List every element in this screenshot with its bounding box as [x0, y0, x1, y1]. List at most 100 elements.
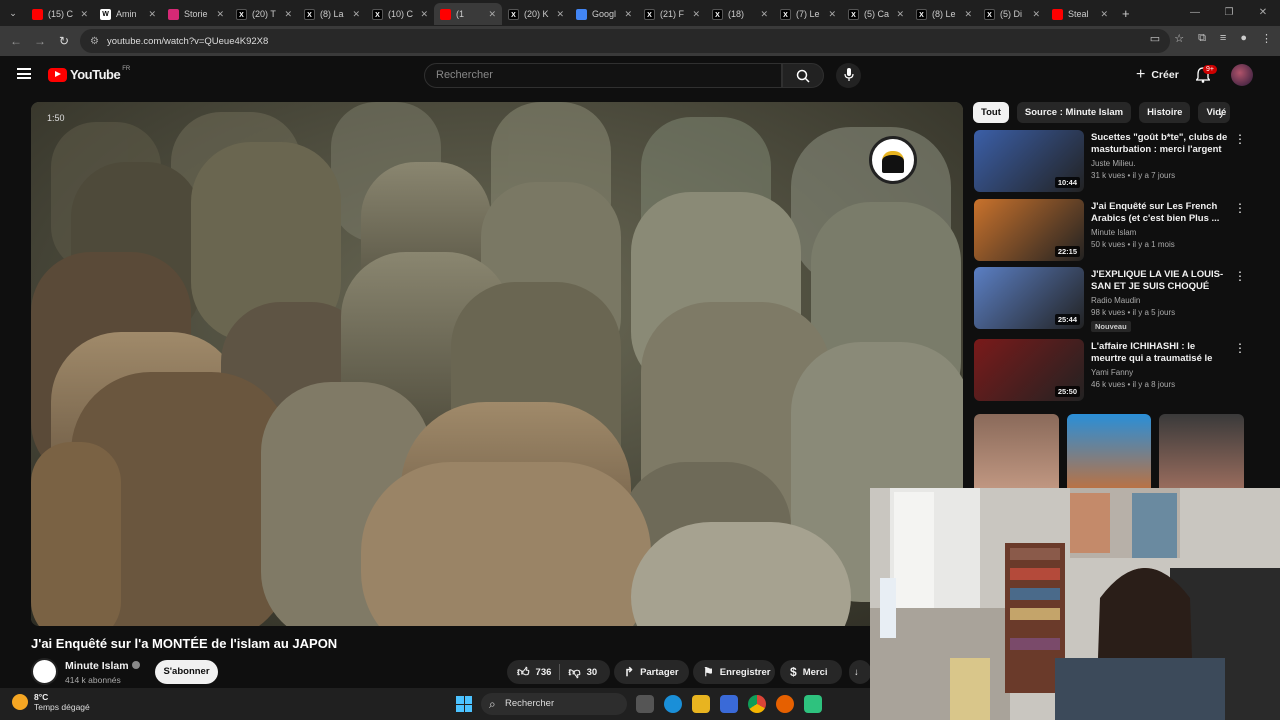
more-options-icon[interactable]: ⋮ — [1234, 132, 1246, 146]
short-thumbnail[interactable] — [1159, 414, 1245, 494]
tab-close-icon[interactable]: ✕ — [80, 9, 88, 20]
extensions-icon[interactable]: ⧉ — [1198, 32, 1206, 45]
chip-source[interactable]: Source : Minute Islam — [1016, 102, 1132, 123]
short-thumbnail[interactable] — [1066, 414, 1152, 494]
browser-menu-icon[interactable]: ⋮ — [1261, 32, 1272, 45]
forward-button[interactable]: → — [28, 34, 52, 48]
browser-tab[interactable]: (1 ✕ — [434, 3, 502, 25]
browser-tab[interactable]: X (10) C ✕ — [366, 3, 434, 25]
youtube-logo[interactable]: YouTube FR — [48, 66, 130, 82]
tab-close-icon[interactable]: ✕ — [556, 9, 564, 20]
video-title[interactable]: J'EXPLIQUE LA VIE A LOUIS-SAN ET JE SUIS… — [1091, 269, 1229, 293]
browser-tab[interactable]: X (21) F ✕ — [638, 3, 706, 25]
browser-tab[interactable]: W Amin ✕ — [94, 3, 162, 25]
store-icon[interactable] — [720, 695, 738, 713]
recommended-video[interactable]: 25:44 J'EXPLIQUE LA VIE A LOUIS-SAN ET JE… — [974, 267, 1270, 332]
close-window-button[interactable]: ✕ — [1246, 0, 1280, 26]
more-options-icon[interactable]: ⋮ — [1234, 201, 1246, 215]
tab-close-icon[interactable]: ✕ — [420, 9, 428, 20]
chrome-icon[interactable] — [748, 695, 766, 713]
channel-name[interactable]: Juste Milieu. — [1091, 159, 1135, 168]
channel-avatar[interactable] — [31, 658, 58, 685]
download-button[interactable]: ↓ — [849, 660, 871, 684]
browser-tab[interactable]: Googl ✕ — [570, 3, 638, 25]
video-thumbnail[interactable]: 25:44 — [974, 267, 1084, 329]
edge-icon[interactable] — [664, 695, 682, 713]
more-options-icon[interactable]: ⋮ — [1234, 269, 1246, 283]
tab-close-icon[interactable]: ✕ — [828, 9, 836, 20]
tab-close-icon[interactable]: ✕ — [964, 9, 972, 20]
install-app-icon[interactable]: ▭ — [1150, 32, 1160, 45]
thumbs-up-icon[interactable]: 👍︎ — [517, 665, 530, 680]
firefox-icon[interactable] — [776, 695, 794, 713]
site-info-icon[interactable]: ⚙ — [90, 36, 99, 47]
channel-name[interactable]: Radio Maudin — [1091, 296, 1140, 305]
tab-close-icon[interactable]: ✕ — [1100, 9, 1108, 20]
chip-all[interactable]: Tout — [973, 102, 1009, 123]
tab-close-icon[interactable]: ✕ — [760, 9, 768, 20]
tab-search-menu-icon[interactable]: ⌄ — [0, 0, 26, 26]
browser-tab[interactable]: X (20) K ✕ — [502, 3, 570, 25]
share-button[interactable]: ↱ Partager — [614, 660, 689, 684]
subscribe-button[interactable]: S'abonner — [155, 660, 218, 684]
tab-close-icon[interactable]: ✕ — [216, 9, 224, 20]
browser-tab[interactable]: X (5) Ca ✕ — [842, 3, 910, 25]
browser-tab[interactable]: Storie ✕ — [162, 3, 230, 25]
channel-name[interactable]: Yami Fanny — [1091, 368, 1133, 377]
weather-widget[interactable]: 8°C Temps dégagé — [12, 692, 90, 712]
tab-close-icon[interactable]: ✕ — [624, 9, 632, 20]
file-explorer-icon[interactable] — [692, 695, 710, 713]
video-title[interactable]: Sucettes "goût b*te", clubs de masturbat… — [1091, 132, 1229, 156]
tab-close-icon[interactable]: ✕ — [488, 9, 496, 20]
browser-tab[interactable]: Steal ✕ — [1046, 3, 1114, 25]
reload-button[interactable]: ↻ — [52, 34, 76, 48]
browser-tab[interactable]: X (8) La ✕ — [298, 3, 366, 25]
app-icon[interactable] — [804, 695, 822, 713]
channel-name[interactable]: Minute Islam — [65, 660, 140, 672]
browser-tab[interactable]: X (7) Le ✕ — [774, 3, 842, 25]
video-player[interactable] — [31, 102, 963, 626]
voice-search-button[interactable] — [836, 63, 861, 88]
new-tab-button[interactable]: + — [1122, 6, 1130, 21]
save-button[interactable]: ⚑ Enregistrer — [693, 660, 775, 684]
tab-close-icon[interactable]: ✕ — [896, 9, 904, 20]
media-control-icon[interactable]: ≡ — [1220, 32, 1226, 45]
browser-tab[interactable]: (15) C ✕ — [26, 3, 94, 25]
video-thumbnail[interactable]: 25:50 — [974, 339, 1084, 401]
tab-close-icon[interactable]: ✕ — [148, 9, 156, 20]
back-button[interactable]: ← — [4, 34, 28, 48]
maximize-button[interactable]: ❐ — [1212, 0, 1246, 26]
url-field[interactable]: ⚙ youtube.com/watch?v=QUeue4K92X8 — [80, 29, 1170, 53]
recommended-video[interactable]: 10:44 Sucettes "goût b*te", clubs de mast… — [974, 130, 1270, 192]
video-title[interactable]: J'ai Enquêté sur Les French Arabics (et … — [1091, 201, 1229, 225]
windows-start-icon[interactable] — [456, 696, 472, 712]
tab-close-icon[interactable]: ✕ — [284, 9, 292, 20]
like-count[interactable]: 736 — [536, 667, 552, 678]
video-thumbnail[interactable]: 22:15 — [974, 199, 1084, 261]
browser-tab[interactable]: X (8) Le ✕ — [910, 3, 978, 25]
menu-hamburger-icon[interactable] — [17, 68, 31, 79]
recommended-video[interactable]: 22:15 J'ai Enquêté sur Les French Arabics… — [974, 199, 1270, 261]
video-thumbnail[interactable]: 10:44 — [974, 130, 1084, 192]
thumbs-down-icon[interactable]: 👎︎ — [568, 665, 580, 680]
taskbar-search[interactable]: Rechercher — [481, 693, 627, 715]
chevron-right-icon[interactable]: › — [1219, 108, 1223, 122]
dislike-count[interactable]: 30 — [587, 667, 598, 678]
create-button[interactable]: + Créer — [1126, 64, 1189, 86]
minimize-button[interactable]: — — [1178, 0, 1212, 26]
browser-tab[interactable]: X (18) ✕ — [706, 3, 774, 25]
profile-icon[interactable]: ● — [1240, 32, 1247, 45]
video-title[interactable]: L'affaire ICHIHASHI : le meurtre qui a t… — [1091, 341, 1229, 365]
tab-close-icon[interactable]: ✕ — [1032, 9, 1040, 20]
recommended-video[interactable]: 25:50 L'affaire ICHIHASHI : le meurtre qu… — [974, 339, 1270, 401]
thanks-button[interactable]: $ Merci — [780, 660, 842, 684]
browser-tab[interactable]: X (20) T ✕ — [230, 3, 298, 25]
browser-tab[interactable]: X (5) Di ✕ — [978, 3, 1046, 25]
chip-videos[interactable]: Vidé — [1198, 102, 1231, 123]
short-thumbnail[interactable] — [974, 414, 1059, 494]
channel-watermark-logo[interactable] — [869, 136, 917, 184]
search-input[interactable]: Rechercher — [424, 63, 782, 88]
task-view-icon[interactable] — [636, 695, 654, 713]
tab-close-icon[interactable]: ✕ — [692, 9, 700, 20]
bookmark-star-icon[interactable]: ☆ — [1174, 32, 1184, 45]
